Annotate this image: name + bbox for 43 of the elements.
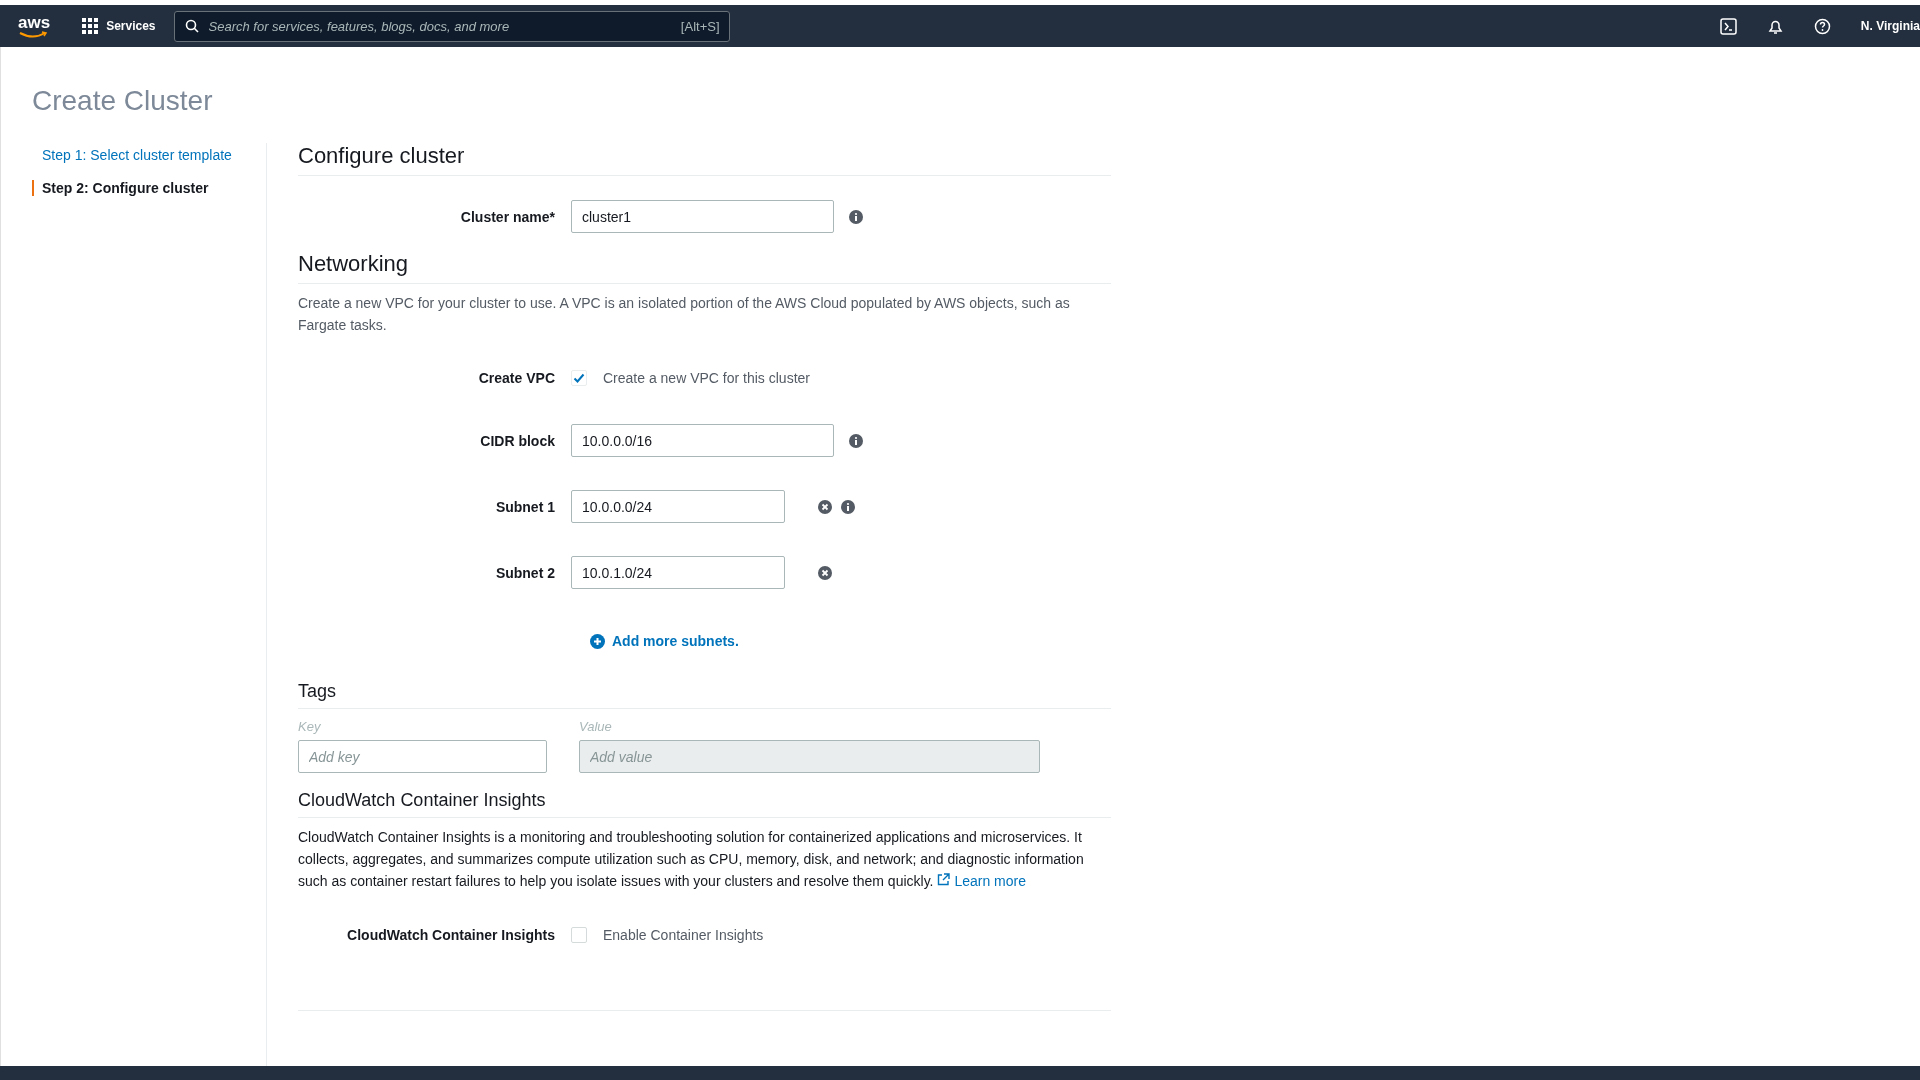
field-label: CloudWatch Container Insights xyxy=(346,927,556,943)
column-label: Value xyxy=(579,719,613,734)
region-selector[interactable]: N. Virginia xyxy=(1860,19,1920,33)
step-link[interactable]: Step 2: Configure cluster xyxy=(32,180,266,196)
checkbox-label: Enable Container Insights xyxy=(603,927,764,943)
subnet-input[interactable]: 10.0.1.0/24 xyxy=(571,556,785,589)
tag-key-input[interactable]: Add key xyxy=(298,740,547,773)
section-heading: Networking xyxy=(298,251,1111,284)
section-description: CloudWatch Container Insights is a monitoring and troubleshooting solution for containerized applications and microservices. It collects, aggregates, and summarizes compute utilization such as CPU, memory, disk, and network; and diagnostic information such as container restart failures to help you isolate issues with your clusters and resolve them quickly. Learn more xyxy=(298,828,1085,891)
field-label: CIDR block xyxy=(479,432,556,449)
info-icon[interactable] xyxy=(841,499,855,514)
column-label: Key xyxy=(298,719,322,734)
section-heading: Tags xyxy=(298,681,1111,709)
section-description: Create a new VPC for your cluster to use. A VPC is an isolated portion of the AWS Cloud populated by AWS objects, such as Fargate tasks. xyxy=(298,294,1071,335)
cidr-input[interactable]: 10.0.0.0/16 xyxy=(571,424,834,457)
learn-more-link[interactable]: Learn more xyxy=(937,873,1026,889)
section-heading: Configure cluster xyxy=(298,143,1111,176)
terminal-icon[interactable] xyxy=(1719,17,1737,35)
info-icon[interactable] xyxy=(849,209,863,224)
step-link[interactable]: Step 1: Select cluster template xyxy=(32,147,266,163)
checkbox-label: Create a new VPC for this cluster xyxy=(603,370,810,386)
field-label: Cluster name* xyxy=(459,208,556,225)
field-label: Subnet 2 xyxy=(494,564,556,581)
grid-icon xyxy=(82,18,99,34)
remove-icon[interactable] xyxy=(818,565,832,580)
checkbox[interactable] xyxy=(571,927,587,943)
search-icon xyxy=(184,18,199,33)
external-link-icon xyxy=(937,873,951,886)
shortcut-hint: [Alt+S] xyxy=(680,18,720,34)
add-icon xyxy=(590,633,605,649)
services-button[interactable]: Services xyxy=(82,18,156,34)
remove-icon[interactable] xyxy=(818,499,832,514)
field-label: Create VPC xyxy=(477,370,556,386)
cluster-name-input[interactable]: cluster1 xyxy=(571,200,834,233)
section-heading: CloudWatch Container Insights xyxy=(298,790,1111,818)
checkbox[interactable] xyxy=(571,370,587,386)
field-label: Subnet 1 xyxy=(494,498,556,515)
add-subnets-button[interactable]: Add more subnets. xyxy=(590,633,1111,649)
help-icon[interactable] xyxy=(1813,17,1831,35)
subnet-input[interactable]: 10.0.0.0/24 xyxy=(571,490,785,523)
aws-logo[interactable]: aws xyxy=(18,13,51,39)
info-icon[interactable] xyxy=(849,433,863,448)
page-title: Create Cluster xyxy=(32,85,214,117)
